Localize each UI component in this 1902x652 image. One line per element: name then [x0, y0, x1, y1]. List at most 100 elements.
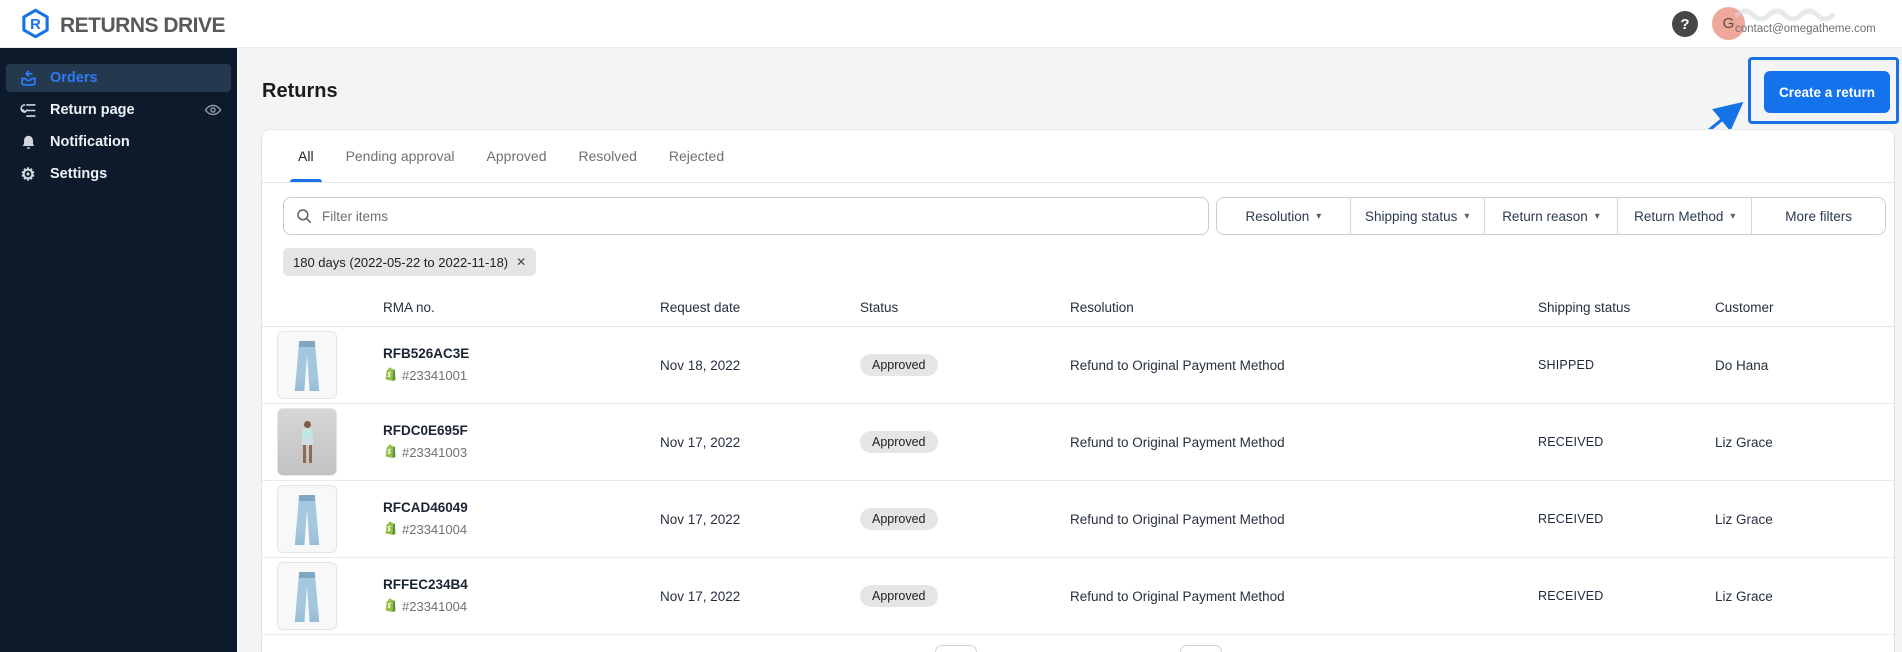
eye-icon[interactable]: [203, 100, 223, 120]
chevron-down-icon: ▾: [1316, 210, 1322, 222]
returns-drive-logo-icon: R: [20, 8, 51, 44]
annotation-highlight-box: Create a return: [1748, 57, 1899, 124]
orders-icon: [18, 68, 38, 88]
tab-pending-approval[interactable]: Pending approval: [330, 130, 471, 182]
search-icon: [295, 207, 313, 225]
sidebar-item-orders[interactable]: Orders: [6, 64, 231, 92]
tab-resolved[interactable]: Resolved: [562, 130, 652, 182]
more-filters-button[interactable]: More filters: [1751, 198, 1885, 234]
chevron-down-icon: ▾: [1464, 210, 1470, 222]
svg-text:R: R: [30, 17, 41, 33]
customer-name: Liz Grace: [1715, 511, 1773, 527]
table-row[interactable]: RFDC0E695F #23341003 Nov 17, 2022 Approv…: [262, 404, 1894, 481]
order-number[interactable]: #23341004: [402, 599, 467, 614]
shipping-status-value: RECEIVED: [1538, 435, 1604, 449]
close-icon[interactable]: ✕: [516, 255, 526, 269]
tab-approved[interactable]: Approved: [471, 130, 563, 182]
rma-number[interactable]: RFCAD46049: [383, 500, 650, 515]
jeans-product-image: [277, 562, 337, 630]
column-header-shipping-status: Shipping status: [1538, 300, 1631, 315]
pagination-prev-button[interactable]: [935, 645, 977, 652]
applied-filters: 180 days (2022-05-22 to 2022-11-18) ✕: [283, 248, 1894, 276]
column-header-status: Status: [860, 300, 899, 315]
return-reason-filter-button[interactable]: Return reason ▾: [1483, 198, 1618, 234]
sidebar-item-return-page[interactable]: Return page: [6, 96, 231, 124]
tab-rejected[interactable]: Rejected: [653, 130, 740, 182]
resolution-value: Refund to Original Payment Method: [1070, 588, 1285, 604]
status-tabs: All Pending approval Approved Resolved R…: [262, 130, 1894, 183]
resolution-filter-button[interactable]: Resolution ▾: [1217, 198, 1350, 234]
return-method-filter-button[interactable]: Return Method ▾: [1617, 198, 1752, 234]
column-header-customer: Customer: [1715, 300, 1774, 315]
sidebar-item-label: Orders: [50, 70, 98, 86]
order-number[interactable]: #23341004: [402, 522, 467, 537]
shipping-status-filter-button[interactable]: Shipping status ▾: [1349, 198, 1484, 234]
status-badge: Approved: [860, 354, 938, 376]
returns-drive-app: R RETURNS DRIVE ? G contact@omegatheme.c…: [0, 0, 1902, 652]
request-date: Nov 17, 2022: [660, 434, 741, 450]
chevron-down-icon: ▾: [1730, 210, 1736, 222]
resolution-value: Refund to Original Payment Method: [1070, 357, 1285, 373]
rma-number[interactable]: RFB526AC3E: [383, 346, 650, 361]
chevron-down-icon: ▾: [1594, 210, 1600, 222]
help-icon[interactable]: ?: [1672, 11, 1698, 37]
returns-card: All Pending approval Approved Resolved R…: [262, 130, 1894, 652]
column-header-rma: RMA no.: [383, 300, 435, 315]
status-badge: Approved: [860, 508, 938, 530]
jeans-product-image: [277, 331, 337, 399]
table-header-row: RMA no. Request date Status Resolution S…: [262, 300, 1894, 327]
gear-icon: ⚙: [20, 164, 36, 184]
pagination-next-button[interactable]: [1180, 645, 1222, 652]
sidebar-item-label: Return page: [50, 102, 135, 118]
sidebar-item-notification[interactable]: Notification: [6, 128, 231, 156]
request-date: Nov 18, 2022: [660, 357, 741, 373]
request-date: Nov 17, 2022: [660, 511, 741, 527]
filter-button-group: Resolution ▾ Shipping status ▾ Return reas…: [1216, 197, 1886, 235]
order-number[interactable]: #23341001: [402, 368, 467, 383]
tab-all[interactable]: All: [282, 130, 330, 182]
jeans-product-image: [277, 485, 337, 553]
status-badge: Approved: [860, 585, 938, 607]
shopify-icon: [383, 366, 398, 385]
customer-name: Do Hana: [1715, 357, 1769, 373]
request-date: Nov 17, 2022: [660, 588, 741, 604]
page-title: Returns: [262, 80, 338, 102]
table-row[interactable]: RFB526AC3E #23341001 Nov 18, 2022 Approv…: [262, 327, 1894, 404]
shopify-icon: [383, 597, 398, 616]
search-input[interactable]: [283, 197, 1209, 235]
bell-icon: [18, 132, 38, 152]
column-header-resolution: Resolution: [1070, 300, 1134, 315]
brand-name: RETURNS DRIVE: [60, 14, 226, 37]
rma-number[interactable]: RFDC0E695F: [383, 423, 650, 438]
resolution-value: Refund to Original Payment Method: [1070, 434, 1285, 450]
shipping-status-value: SHIPPED: [1538, 358, 1595, 372]
sidebar-item-label: Notification: [50, 134, 130, 150]
shopify-icon: [383, 520, 398, 539]
customer-name: Liz Grace: [1715, 588, 1773, 604]
redacted-user-name: [1734, 5, 1895, 22]
filter-row: Resolution▾ Shipping status▾ Return reas…: [283, 197, 1886, 235]
user-email: contact@omegatheme.com: [1735, 23, 1876, 35]
table-row[interactable]: RFFEC234B4 #23341004 Nov 17, 2022 Approv…: [262, 558, 1894, 635]
date-range-chip: 180 days (2022-05-22 to 2022-11-18) ✕: [283, 248, 537, 276]
column-header-request-date: Request date: [660, 300, 741, 315]
shopify-icon: [383, 443, 398, 462]
model-product-image: [277, 408, 337, 476]
sidebar-item-settings[interactable]: ⚙ Settings: [6, 160, 231, 188]
table-row[interactable]: RFCAD46049 #23341004 Nov 17, 2022 Approv…: [262, 481, 1894, 558]
sidebar: Orders Return page Notification ⚙ Settin…: [0, 48, 237, 652]
search-box: [283, 197, 1209, 235]
sidebar-item-label: Settings: [50, 166, 108, 182]
user-info[interactable]: contact@omegatheme.com: [1734, 5, 1895, 35]
return-page-icon: [18, 100, 38, 120]
create-return-button[interactable]: Create a return: [1764, 71, 1890, 113]
rma-number[interactable]: RFFEC234B4: [383, 577, 650, 592]
status-badge: Approved: [860, 431, 938, 453]
customer-name: Liz Grace: [1715, 434, 1773, 450]
top-header: R RETURNS DRIVE ? G contact@omegatheme.c…: [0, 0, 1902, 48]
app-logo: R RETURNS DRIVE: [20, 8, 226, 44]
shipping-status-value: RECEIVED: [1538, 589, 1604, 603]
resolution-value: Refund to Original Payment Method: [1070, 511, 1285, 527]
shipping-status-value: RECEIVED: [1538, 512, 1604, 526]
order-number[interactable]: #23341003: [402, 445, 467, 460]
